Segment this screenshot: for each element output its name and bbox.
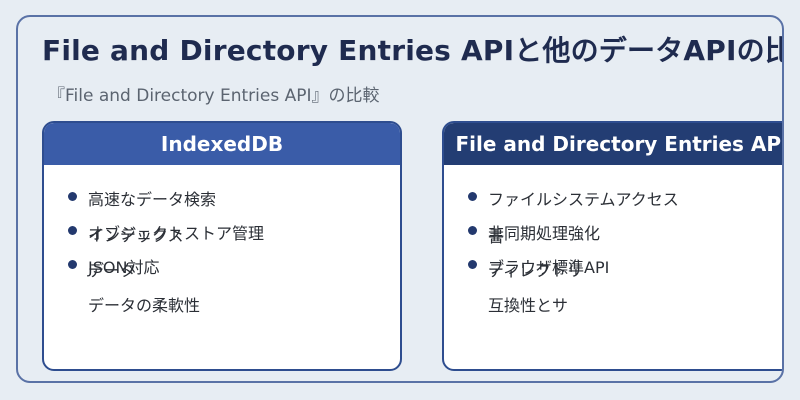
bullet-icon <box>68 226 77 235</box>
overflow-text: ディレクトリ <box>488 261 583 280</box>
slide-subtitle: 『File and Directory Entries API』の比較 <box>48 86 380 106</box>
list-item-label: ファイルシステムアクセス <box>488 190 679 209</box>
overflow-text: データの柔軟性 <box>88 296 201 315</box>
indexeddb-card: IndexedDB 高速なデータ検索 オブジェクトストア管理 インデックス JS… <box>42 121 402 371</box>
bullet-icon <box>468 260 477 269</box>
bullet-icon <box>68 260 77 269</box>
overflow-text: 互換性とサ <box>488 296 569 315</box>
overflow-text: 書 <box>488 227 505 246</box>
bullet-icon <box>68 192 77 201</box>
indexeddb-card-header: IndexedDB <box>44 123 400 165</box>
slide-frame: File and Directory Entries APIと他のデータAPIの… <box>16 15 784 383</box>
list-item-label: 高速なデータ検索 <box>88 190 217 209</box>
overflow-text: インデックス <box>88 226 184 245</box>
list-item-label: 非同期処理強化 <box>488 224 601 243</box>
file-directory-api-card: File and Directory Entries API ファイルシステムア… <box>442 121 782 371</box>
file-directory-api-card-header: File and Directory Entries API <box>444 123 782 165</box>
bullet-icon <box>468 226 477 235</box>
slide-title: File and Directory Entries APIと他のデータAPIの… <box>42 34 784 67</box>
overflow-text: データ <box>88 261 137 280</box>
bullet-icon <box>468 192 477 201</box>
